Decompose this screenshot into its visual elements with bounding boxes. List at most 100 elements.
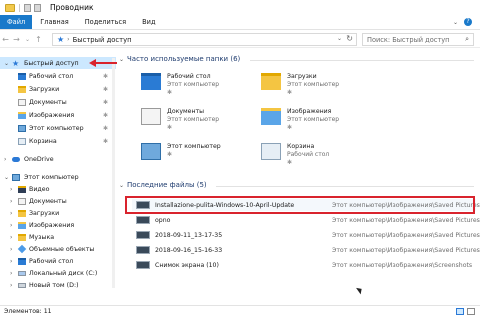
folder-name: Корзина <box>287 143 315 150</box>
sidebar-item-label: Изображения <box>29 111 75 119</box>
navigation-pane: ⌄ ★ Быстрый доступ Рабочий стол ✱ Загруз… <box>0 52 116 305</box>
sidebar-item-label: Видео <box>29 185 50 193</box>
pin-icon[interactable]: ✱ <box>103 73 108 80</box>
computer-icon <box>141 143 161 160</box>
chevron-right-icon[interactable]: › <box>10 198 12 205</box>
chevron-right-icon[interactable]: › <box>10 234 12 241</box>
section-title: Часто используемые папки (6) <box>127 55 241 63</box>
sidebar-item-documents-pc[interactable]: › Документы <box>0 195 116 207</box>
sidebar-item-desktop[interactable]: Рабочий стол ✱ <box>0 70 116 82</box>
desktop-folder-icon <box>18 257 26 265</box>
pin-icon: ✱ <box>167 151 173 158</box>
sidebar-item-label: Рабочий стол <box>29 72 74 80</box>
image-file-icon <box>136 261 150 269</box>
sidebar-item-documents[interactable]: Документы ✱ <box>0 96 116 108</box>
computer-icon <box>12 173 20 181</box>
chevron-down-icon[interactable]: ⌄ <box>4 174 9 181</box>
chevron-right-icon[interactable]: › <box>10 222 12 229</box>
sidebar-item-3d-objects[interactable]: › Объемные объекты <box>0 243 116 255</box>
recent-files-header[interactable]: ⌄ Последние файлы (5) <box>119 181 207 189</box>
chevron-right-icon[interactable]: › <box>67 36 69 43</box>
sidebar-scrollbar[interactable] <box>112 58 115 288</box>
sidebar-item-local-disk-c[interactable]: › Локальный диск (C:) <box>0 267 116 279</box>
folder-location: Этот компьютер <box>167 116 220 123</box>
large-icons-view-icon[interactable] <box>467 308 475 315</box>
pin-icon: ✱ <box>287 124 293 131</box>
chevron-right-icon[interactable]: › <box>10 282 12 289</box>
sidebar-item-label: Этот компьютер <box>24 173 79 181</box>
recent-locations-icon[interactable]: ⌄ <box>22 36 33 43</box>
documents-folder-icon <box>18 197 26 205</box>
sidebar-item-pictures-pc[interactable]: › Изображения <box>0 219 116 231</box>
folder-name: Рабочий стол <box>167 73 211 80</box>
list-item-recent-file[interactable]: Снимок экрана (10) Этот компьютер\Изобра… <box>132 259 476 271</box>
annotation-arrow-line <box>95 62 117 64</box>
chevron-right-icon[interactable]: › <box>4 156 6 163</box>
tab-home[interactable]: Главная <box>32 15 76 29</box>
drive-icon <box>18 282 26 288</box>
list-item-recent-file[interactable]: 2018-09-16_15-16-33 Этот компьютер\Изобр… <box>132 244 480 256</box>
sidebar-item-new-volume-d[interactable]: › Новый том (D:) <box>0 279 116 291</box>
sidebar-item-onedrive[interactable]: › OneDrive <box>0 153 116 165</box>
help-icon[interactable]: ? <box>464 18 472 26</box>
chevron-right-icon[interactable]: › <box>10 258 12 265</box>
sidebar-item-desktop-pc[interactable]: › Рабочий стол <box>0 255 116 267</box>
chevron-right-icon[interactable]: › <box>10 186 12 193</box>
folder-tile-recycle-bin[interactable]: Корзина Рабочий стол ✱ <box>261 141 381 167</box>
sidebar-item-recycle-bin[interactable]: Корзина ✱ <box>0 135 116 147</box>
chevron-down-icon[interactable]: ⌄ <box>119 182 127 189</box>
list-item-recent-file[interactable]: opno Этот компьютер\Изображения\Saved Pi… <box>132 214 480 226</box>
back-icon[interactable]: ← <box>0 35 11 44</box>
address-bar[interactable]: ★ › Быстрый доступ ⌄ ↻ <box>52 33 357 46</box>
chevron-down-icon[interactable]: ⌄ <box>119 56 127 63</box>
sidebar-item-label: Объемные объекты <box>29 245 95 253</box>
windows-drive-icon <box>18 270 26 276</box>
downloads-folder-icon <box>261 73 281 90</box>
chevron-right-icon[interactable]: › <box>10 210 12 217</box>
pin-icon[interactable]: ✱ <box>103 112 108 119</box>
sidebar-item-videos[interactable]: › Видео <box>0 183 116 195</box>
file-name: opno <box>155 216 171 224</box>
documents-folder-icon <box>141 108 161 125</box>
refresh-icon[interactable]: ↻ <box>346 34 353 43</box>
title-separator <box>19 3 20 12</box>
pin-icon[interactable]: ✱ <box>103 138 108 145</box>
title-bar: Проводник <box>0 0 480 15</box>
sidebar-item-downloads-pc[interactable]: › Загрузки <box>0 207 116 219</box>
folder-tile-documents[interactable]: Документы Этот компьютер ✱ <box>141 106 261 132</box>
sidebar-item-downloads[interactable]: Загрузки ✱ <box>0 83 116 95</box>
sidebar-item-label: Новый том (D:) <box>29 281 79 289</box>
image-file-icon <box>136 246 150 254</box>
folder-tile-pictures[interactable]: Изображения Этот компьютер ✱ <box>261 106 381 132</box>
chevron-right-icon[interactable]: › <box>10 270 12 277</box>
folder-location: Рабочий стол <box>287 151 330 158</box>
tab-file[interactable]: Файл <box>0 15 33 29</box>
up-icon[interactable]: ↑ <box>33 35 44 44</box>
search-input[interactable]: Поиск: Быстрый доступ ⌕ <box>362 33 474 46</box>
pin-icon[interactable]: ✱ <box>103 99 108 106</box>
expand-ribbon-icon[interactable]: ⌄ <box>453 19 458 26</box>
folder-tile-desktop[interactable]: Рабочий стол Этот компьютер ✱ <box>141 71 261 97</box>
frequent-folders-header[interactable]: ⌄ Часто используемые папки (6) <box>119 55 240 63</box>
forward-icon[interactable]: → <box>11 35 22 44</box>
pin-icon[interactable]: ✱ <box>103 125 108 132</box>
sidebar-item-pictures[interactable]: Изображения ✱ <box>0 109 116 121</box>
tab-view[interactable]: Вид <box>134 15 163 29</box>
pin-icon[interactable]: ✱ <box>103 86 108 93</box>
folder-tile-this-pc[interactable]: Этот компьютер ✱ <box>141 141 261 167</box>
details-view-icon[interactable] <box>456 308 464 315</box>
sidebar-item-this-pc-pinned[interactable]: Этот компьютер ✱ <box>0 122 116 134</box>
window-title: Проводник <box>50 3 94 12</box>
properties-icon[interactable] <box>24 3 31 12</box>
list-item-recent-file[interactable]: 2018-09-11_13-17-35 Этот компьютер\Изобр… <box>132 229 480 241</box>
new-folder-icon[interactable] <box>34 3 41 12</box>
folder-tile-downloads[interactable]: Загрузки Этот компьютер ✱ <box>261 71 381 97</box>
chevron-down-icon[interactable]: ⌄ <box>4 60 9 67</box>
sidebar-item-music[interactable]: › Музыка <box>0 231 116 243</box>
sidebar-item-this-pc[interactable]: ⌄ Этот компьютер <box>0 171 116 183</box>
sidebar-item-label: Этот компьютер <box>29 124 84 132</box>
chevron-down-icon[interactable]: ⌄ <box>337 35 342 42</box>
tab-share[interactable]: Поделиться <box>77 15 134 29</box>
music-folder-icon <box>18 233 26 241</box>
chevron-right-icon[interactable]: › <box>10 246 12 253</box>
